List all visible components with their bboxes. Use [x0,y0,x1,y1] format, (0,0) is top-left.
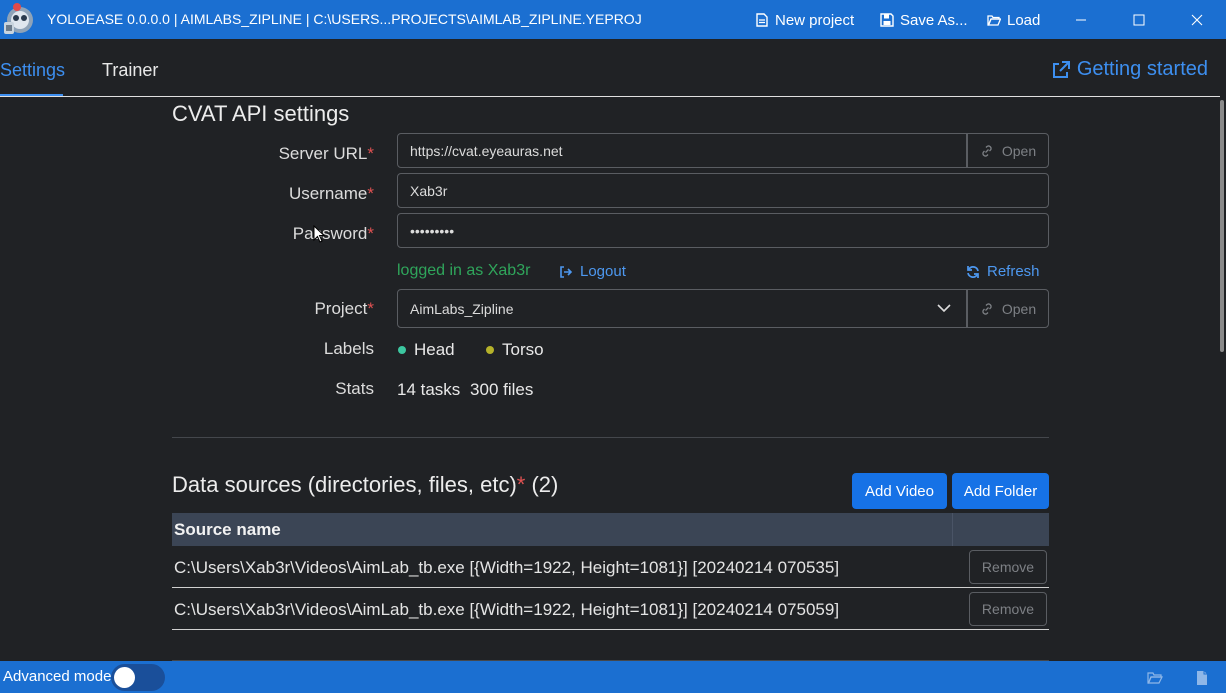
load-label: Load [1007,11,1041,29]
source-name-cell: C:\Users\Xab3r\Videos\AimLab_tb.exe [{Wi… [174,558,840,577]
labels-label: Labels [323,339,374,358]
new-project-button[interactable]: New project [755,10,854,30]
active-tab-indicator [0,94,63,96]
advanced-mode-toggle[interactable] [111,664,165,691]
project-open-label: Open [1001,300,1037,317]
sign-out-icon [560,265,573,278]
toggle-knob [114,667,135,688]
remove-button[interactable]: Remove [969,592,1047,626]
new-project-label: New project [775,11,855,29]
advanced-mode-label: Advanced mode [3,668,112,685]
link-icon [982,302,992,315]
table-row: C:\Users\Xab3r\Videos\AimLab_tb.exe [{Wi… [172,546,1049,588]
server-url-input[interactable]: https://cvat.eyeauras.net [397,133,967,168]
label-chip-torso: Torso [486,340,544,360]
password-input[interactable]: ••••••••• [397,213,1049,248]
refresh-label: Refresh [987,263,1040,280]
project-select-value: AimLabs_Zipline [410,300,514,317]
app-logo-icon [4,3,33,34]
source-name-column-header[interactable]: Source name [174,520,281,540]
save-icon [880,13,894,27]
label-color-dot [398,346,406,354]
maximize-button[interactable] [1110,0,1168,39]
scrollbar-thumb[interactable] [1220,100,1224,352]
getting-started-label: Getting started [1076,58,1208,80]
password-label: Password* [292,224,374,243]
column-separator [952,513,953,546]
refresh-icon [967,265,979,278]
document-icon [756,13,768,27]
logout-label: Logout [580,263,626,280]
minimize-icon [1076,19,1086,20]
save-as-button[interactable]: Save As... [880,10,968,30]
mouse-cursor-icon [313,225,325,243]
data-sources-title: Data sources (directories, files, etc)* … [172,472,559,497]
label-color-dot [486,346,494,354]
stats-files: 300 files [470,380,534,399]
stats-values: 14 tasks 300 files [397,380,533,400]
logout-link[interactable]: Logout [559,263,626,280]
section-divider [172,437,1049,438]
server-url-open-button[interactable]: Open [967,133,1049,168]
source-name-cell: C:\Users\Xab3r\Videos\AimLab_tb.exe [{Wi… [174,600,840,619]
label-name: Head [414,340,455,359]
project-open-button[interactable]: Open [967,289,1049,328]
stats-label: Stats [335,379,374,398]
chevron-down-icon [937,304,951,313]
status-bar: Advanced mode [0,661,1226,693]
folder-open-icon [987,15,1001,26]
project-label: Project* [314,299,374,318]
username-label: Username* [288,184,374,203]
window-title: YOLOEASE 0.0.0.0 | AIMLABS_ZIPLINE | C:\… [47,11,642,27]
load-button[interactable]: Load [987,10,1040,30]
username-input[interactable]: Xab3r [397,173,1049,208]
project-select[interactable]: AimLabs_Zipline [397,289,967,328]
folder-open-icon[interactable] [1147,670,1163,686]
add-folder-button[interactable]: Add Folder [952,473,1049,509]
external-link-icon [1052,60,1070,78]
tab-settings[interactable]: Settings [0,60,65,81]
tab-bar: Settings Trainer Getting started [0,39,1220,97]
tab-trainer[interactable]: Trainer [102,60,158,81]
getting-started-link[interactable]: Getting started [1051,58,1208,81]
stats-tasks: 14 tasks [397,380,461,399]
title-bar: YOLOEASE 0.0.0.0 | AIMLABS_ZIPLINE | C:\… [0,0,1226,39]
server-url-label: Server URL* [278,144,374,163]
login-status: logged in as Xab3r [397,262,531,279]
server-url-open-label: Open [1001,142,1037,159]
data-sources-table-header: Source name [172,513,1049,546]
data-sources-count: (2) [531,472,559,497]
maximize-icon [1133,14,1145,25]
close-icon [1191,14,1203,25]
cvat-section-title: CVAT API settings [172,101,350,126]
close-button[interactable] [1168,0,1226,39]
label-name: Torso [502,340,544,359]
save-as-label: Save As... [900,11,968,29]
add-video-button[interactable]: Add Video [852,473,947,509]
table-row: C:\Users\Xab3r\Videos\AimLab_tb.exe [{Wi… [172,588,1049,630]
link-icon [982,144,992,157]
refresh-link[interactable]: Refresh [966,263,1040,280]
minimize-button[interactable] [1052,0,1110,39]
label-chip-head: Head [398,340,455,360]
remove-button[interactable]: Remove [969,550,1047,584]
document-icon[interactable] [1194,670,1210,686]
